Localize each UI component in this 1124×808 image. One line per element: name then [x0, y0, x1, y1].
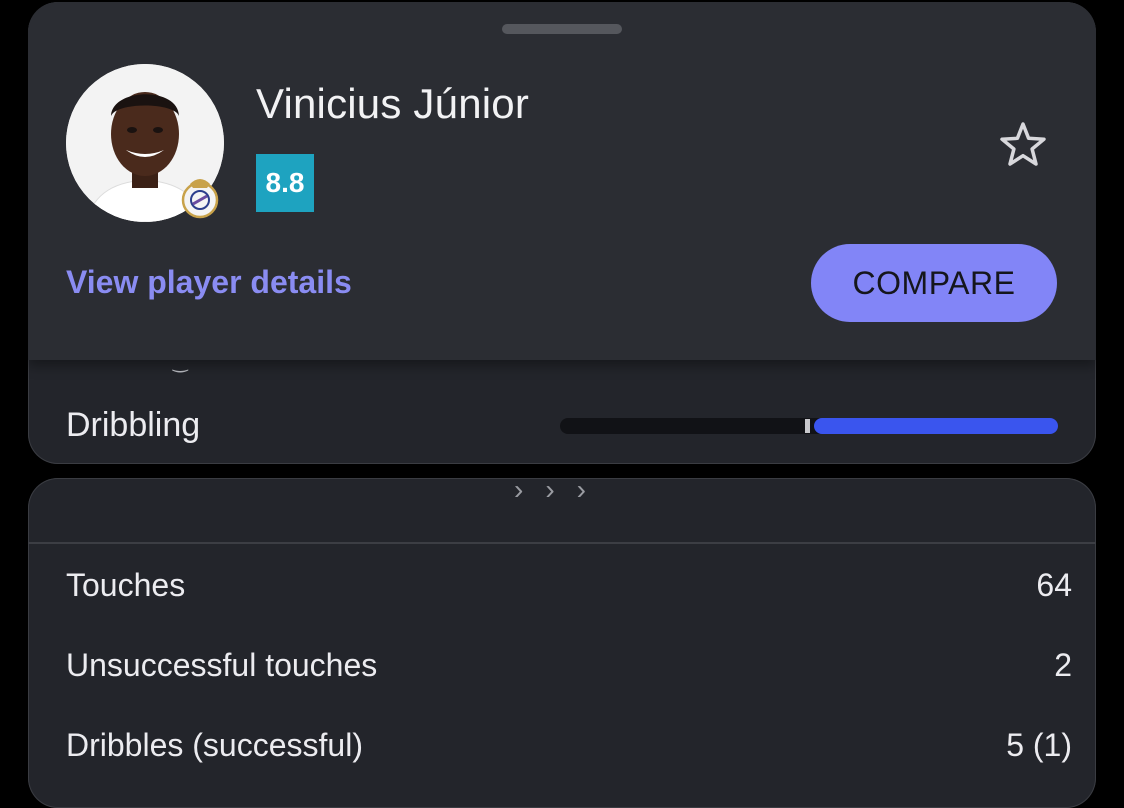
- stat-value: 64: [1036, 566, 1072, 603]
- stat-label: Unsuccessful touches: [66, 646, 378, 683]
- dribbling-comparison-bar: [560, 418, 1058, 434]
- player-name: Vinicius Júnior: [256, 80, 530, 127]
- section-divider: [28, 542, 1096, 544]
- stat-label: Dribbles (successful): [66, 726, 363, 763]
- compare-button[interactable]: COMPARE: [811, 244, 1057, 322]
- sheet-grabber-handle[interactable]: [502, 24, 622, 34]
- dribbling-bar-fill: [814, 418, 1058, 434]
- star-outline-icon[interactable]: [996, 118, 1050, 172]
- stat-row-unsuccessful-touches: Unsuccessful touches 2: [66, 640, 1072, 690]
- stats-card: ‿ Dribbling Vinicius Júnior 8.8 View pla…: [28, 2, 1096, 464]
- player-stats-card: ››› Touches 64 Unsuccessful touches 2 Dr…: [28, 478, 1096, 808]
- player-rating-badge: 8.8: [256, 154, 314, 212]
- dribbling-bar-marker: [805, 419, 810, 433]
- stat-value: 5 (1): [1006, 726, 1072, 763]
- stat-row-touches: Touches 64: [66, 560, 1072, 610]
- stat-row-dribbles: Dribbles (successful) 5 (1): [66, 720, 1072, 770]
- stat-value: 2: [1054, 646, 1072, 683]
- player-bottom-sheet: Vinicius Júnior 8.8 View player details …: [28, 2, 1096, 360]
- view-player-details-link[interactable]: View player details: [66, 264, 352, 301]
- dribbling-label: Dribbling: [66, 406, 201, 444]
- club-crest-icon: [181, 179, 219, 219]
- stat-label: Touches: [66, 566, 186, 603]
- chevron-right-icons: ›››: [514, 478, 608, 505]
